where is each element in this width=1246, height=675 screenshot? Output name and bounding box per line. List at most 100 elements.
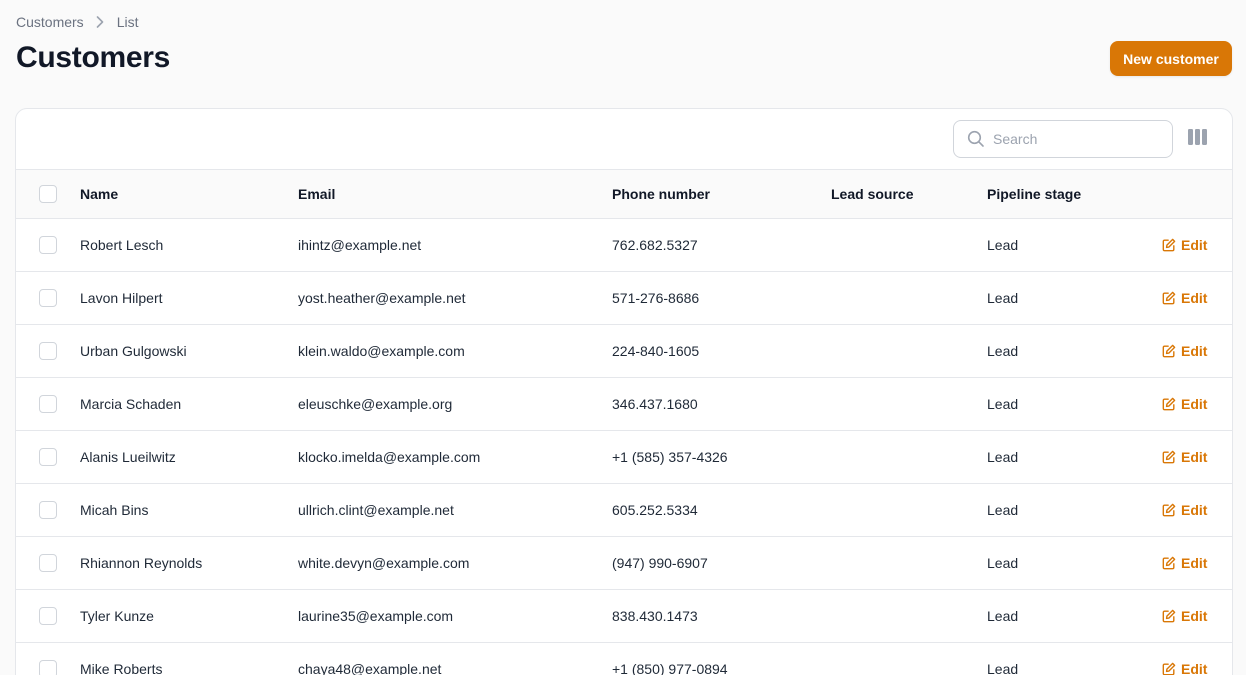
edit-button[interactable]: Edit (1162, 449, 1207, 465)
customer-phone: 346.437.1680 (612, 396, 698, 412)
pencil-square-icon (1162, 503, 1176, 517)
row-checkbox[interactable] (39, 607, 57, 625)
customer-pipeline-stage: Lead (987, 343, 1019, 359)
row-checkbox[interactable] (39, 289, 57, 307)
edit-label: Edit (1181, 290, 1208, 306)
row-checkbox-cell (39, 484, 57, 536)
breadcrumb-customers-link[interactable]: Customers (16, 14, 84, 30)
customer-name: Mike Roberts (80, 661, 163, 675)
customer-name: Marcia Schaden (80, 396, 182, 412)
column-header-lead-source[interactable]: Lead source (831, 170, 913, 218)
search-input[interactable] (993, 131, 1163, 147)
table-row[interactable]: Lavon Hilpert yost.heather@example.net 5… (16, 272, 1232, 325)
row-checkbox[interactable] (39, 448, 57, 466)
select-all-checkbox[interactable] (39, 185, 57, 203)
edit-button[interactable]: Edit (1162, 290, 1207, 306)
edit-cell: Edit (1162, 325, 1207, 377)
customer-email: ihintz@example.net (298, 237, 422, 253)
customer-phone: 762.682.5327 (612, 237, 698, 253)
row-checkbox[interactable] (39, 236, 57, 254)
search-box[interactable] (953, 120, 1173, 158)
row-checkbox[interactable] (39, 660, 57, 675)
pencil-square-icon (1162, 609, 1176, 623)
customers-table-card: Name Email Phone number Lead source Pipe… (15, 108, 1233, 675)
customer-email: eleuschke@example.org (298, 396, 453, 412)
table-row[interactable]: Rhiannon Reynolds white.devyn@example.co… (16, 537, 1232, 590)
customer-pipeline-stage: Lead (987, 290, 1019, 306)
customer-pipeline-stage: Lead (987, 502, 1019, 518)
edit-label: Edit (1181, 661, 1208, 675)
customer-email: chaya48@example.net (298, 661, 442, 675)
column-header-email[interactable]: Email (298, 170, 335, 218)
edit-button[interactable]: Edit (1162, 396, 1207, 412)
table-row[interactable]: Micah Bins ullrich.clint@example.net 605… (16, 484, 1232, 537)
table-row[interactable]: Marcia Schaden eleuschke@example.org 346… (16, 378, 1232, 431)
customer-name: Robert Lesch (80, 237, 164, 253)
search-icon (967, 130, 985, 148)
table-row[interactable]: Mike Roberts chaya48@example.net +1 (850… (16, 643, 1232, 675)
customer-email: klocko.imelda@example.com (298, 449, 481, 465)
customer-name: Alanis Lueilwitz (80, 449, 176, 465)
row-checkbox[interactable] (39, 395, 57, 413)
row-checkbox-cell (39, 378, 57, 430)
table-row[interactable]: Urban Gulgowski klein.waldo@example.com … (16, 325, 1232, 378)
row-checkbox[interactable] (39, 501, 57, 519)
customer-pipeline-stage: Lead (987, 449, 1019, 465)
breadcrumb: Customers List (16, 14, 138, 30)
row-checkbox-cell (39, 643, 57, 675)
pencil-square-icon (1162, 397, 1176, 411)
customer-pipeline-stage: Lead (987, 608, 1019, 624)
customer-email: klein.waldo@example.com (298, 343, 465, 359)
customer-phone: (947) 990-6907 (612, 555, 708, 571)
customer-email: yost.heather@example.net (298, 290, 466, 306)
edit-label: Edit (1181, 343, 1208, 359)
breadcrumb-current: List (116, 14, 139, 30)
edit-button[interactable]: Edit (1162, 237, 1207, 253)
pencil-square-icon (1162, 291, 1176, 305)
edit-button[interactable]: Edit (1162, 555, 1207, 571)
column-header-phone[interactable]: Phone number (612, 170, 710, 218)
row-checkbox[interactable] (39, 554, 57, 572)
pencil-square-icon (1162, 556, 1176, 570)
customer-name: Lavon Hilpert (80, 290, 163, 306)
row-checkbox-cell (39, 219, 57, 271)
edit-label: Edit (1181, 502, 1208, 518)
edit-cell: Edit (1162, 590, 1207, 642)
edit-label: Edit (1181, 449, 1208, 465)
columns-icon (1187, 128, 1207, 150)
row-checkbox-cell (39, 537, 57, 589)
new-customer-button[interactable]: New customer (1110, 41, 1232, 76)
customer-name: Tyler Kunze (80, 608, 154, 624)
pencil-square-icon (1162, 238, 1176, 252)
edit-label: Edit (1181, 555, 1208, 571)
pencil-square-icon (1162, 450, 1176, 464)
customer-name: Micah Bins (80, 502, 149, 518)
edit-button[interactable]: Edit (1162, 608, 1207, 624)
edit-cell: Edit (1162, 537, 1207, 589)
row-checkbox-cell (39, 590, 57, 642)
column-toggle-button[interactable] (1186, 128, 1208, 150)
edit-button[interactable]: Edit (1162, 502, 1207, 518)
table-row[interactable]: Robert Lesch ihintz@example.net 762.682.… (16, 219, 1232, 272)
table-row[interactable]: Tyler Kunze laurine35@example.com 838.43… (16, 590, 1232, 643)
row-checkbox-cell (39, 272, 57, 324)
table-row[interactable]: Alanis Lueilwitz klocko.imelda@example.c… (16, 431, 1232, 484)
select-all-cell (39, 170, 57, 218)
edit-cell: Edit (1162, 378, 1207, 430)
edit-label: Edit (1181, 237, 1208, 253)
edit-button[interactable]: Edit (1162, 343, 1207, 359)
customer-phone: 224-840-1605 (612, 343, 700, 359)
edit-cell: Edit (1162, 219, 1207, 271)
row-checkbox-cell (39, 325, 57, 377)
column-header-pipeline-stage[interactable]: Pipeline stage (987, 170, 1081, 218)
edit-cell: Edit (1162, 484, 1207, 536)
customer-pipeline-stage: Lead (987, 555, 1019, 571)
edit-cell: Edit (1162, 431, 1207, 483)
customer-email: white.devyn@example.com (298, 555, 470, 571)
row-checkbox[interactable] (39, 342, 57, 360)
customer-phone: +1 (850) 977-0894 (612, 661, 728, 675)
column-header-name[interactable]: Name (80, 170, 118, 218)
page-title: Customers (16, 41, 171, 74)
edit-button[interactable]: Edit (1162, 661, 1207, 675)
customer-name: Rhiannon Reynolds (80, 555, 203, 571)
